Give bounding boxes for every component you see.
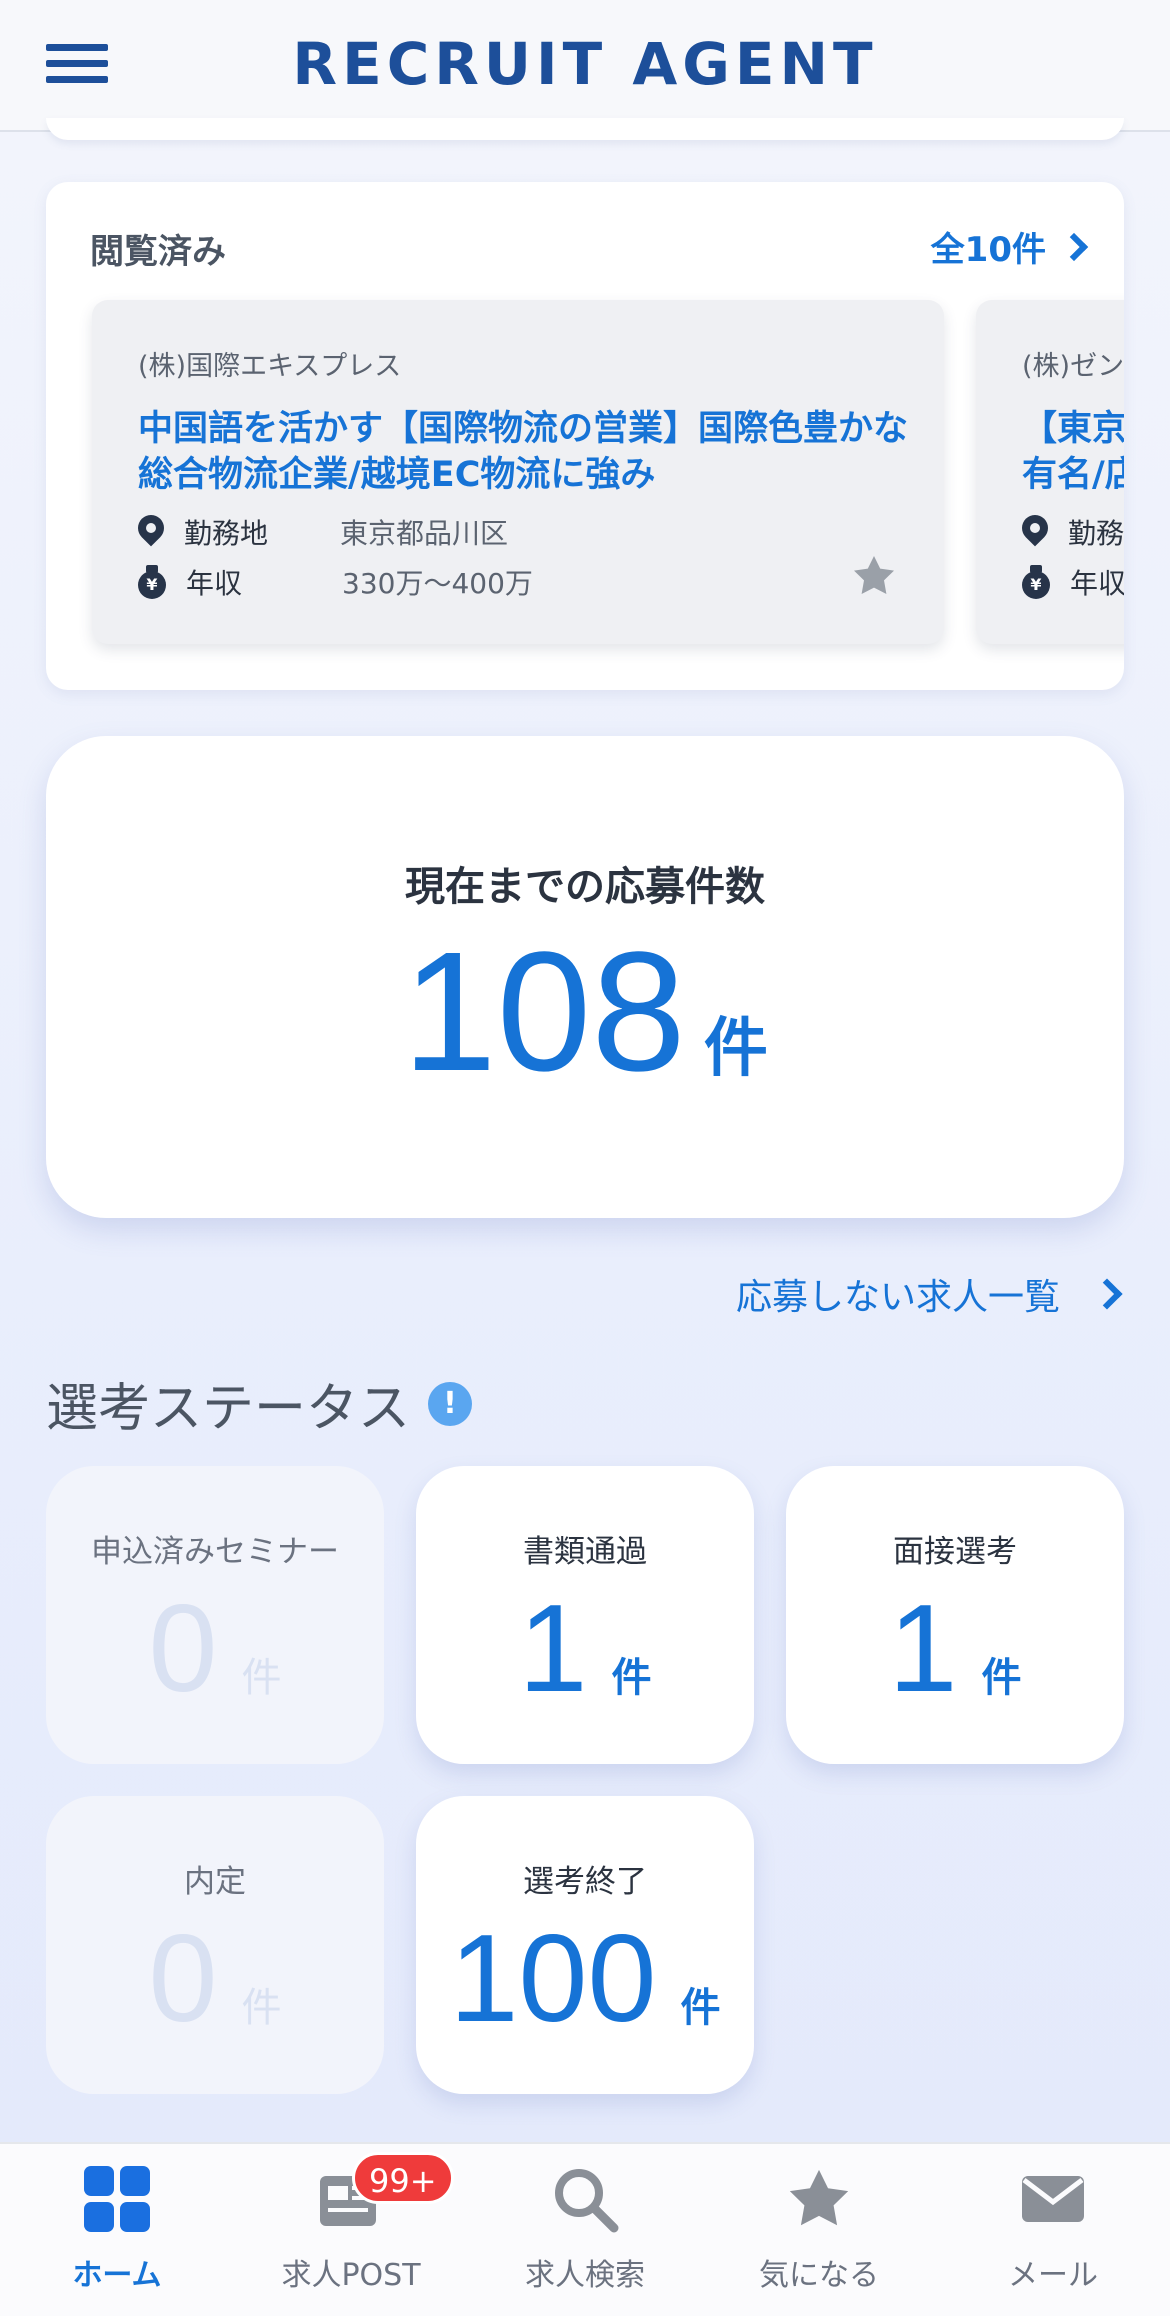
info-icon[interactable]: ! bbox=[428, 1381, 473, 1426]
search-icon bbox=[555, 2169, 619, 2233]
tile-number: 0 bbox=[148, 1580, 218, 1718]
mail-icon bbox=[1022, 2176, 1084, 2222]
nav-label: メール bbox=[1008, 2258, 1098, 2293]
location-label: 勤務地 bbox=[184, 517, 269, 550]
nav-label: 気になる bbox=[759, 2258, 879, 2293]
status-tile-seminar[interactable]: 申込済みセミナー 0件 bbox=[46, 1466, 384, 1764]
job-location-row: 勤務地 bbox=[1022, 512, 1124, 552]
applications-unit: 件 bbox=[703, 1012, 768, 1086]
tile-unit: 件 bbox=[241, 1655, 282, 1701]
nav-label: 求人POST bbox=[281, 2258, 421, 2293]
viewed-jobs-section: 閲覧済み 全10件 (株)国際エキスプレス 中国語を活かす【国際物流の営業】国際… bbox=[46, 182, 1124, 690]
job-company: (株)国際エキスプレス bbox=[138, 351, 402, 382]
selection-status-title: 選考ステータス ! bbox=[46, 1366, 473, 1441]
tile-number: 0 bbox=[148, 1910, 218, 2048]
chevron-right-icon bbox=[1091, 1278, 1123, 1310]
not-applied-jobs-link[interactable]: 応募しない求人一覧 bbox=[736, 1268, 1124, 1320]
salary-label: 年収 bbox=[186, 567, 243, 600]
app-header: RECRUIT AGENT bbox=[0, 0, 1170, 132]
status-tile-finished[interactable]: 選考終了 100 件 bbox=[416, 1796, 754, 2094]
grid-icon bbox=[84, 2166, 150, 2232]
job-title[interactable]: 中国語を活かす【国際物流の営業】国際色豊かな総合物流企業/越境EC物流に強み bbox=[138, 406, 918, 498]
favorite-star-icon[interactable] bbox=[850, 552, 898, 600]
tile-value: 1件 bbox=[786, 1584, 1124, 1714]
nav-mail[interactable]: メール bbox=[936, 2144, 1170, 2316]
tile-label: 面接選考 bbox=[893, 1534, 1017, 1570]
tile-unit: 件 bbox=[680, 1985, 721, 2031]
nav-label: ホーム bbox=[72, 2258, 162, 2293]
tile-value: 0件 bbox=[46, 1914, 384, 2044]
previous-card-edge bbox=[46, 118, 1124, 140]
job-company: (株)ゼンショ bbox=[1022, 351, 1124, 382]
applications-label: 現在までの応募件数 bbox=[405, 864, 765, 910]
tile-label: 書類通過 bbox=[523, 1534, 647, 1570]
tile-unit: 件 bbox=[981, 1655, 1022, 1701]
notification-badge: 99+ bbox=[352, 2152, 454, 2204]
status-tile-interview[interactable]: 面接選考 1件 bbox=[786, 1466, 1124, 1764]
money-bag-icon: ¥ bbox=[1022, 565, 1050, 599]
viewed-title: 閲覧済み bbox=[90, 232, 226, 272]
tile-label: 選考終了 bbox=[523, 1864, 647, 1900]
salary-label: 年収 bbox=[1070, 567, 1124, 600]
nav-job-search[interactable]: 求人検索 bbox=[468, 2144, 702, 2316]
status-tile-offer[interactable]: 内定 0件 bbox=[46, 1796, 384, 2094]
job-salary-row: ¥ 年収 330万～400万 bbox=[138, 562, 533, 602]
location-pin-icon bbox=[138, 515, 164, 549]
location-value: 東京都品川区 bbox=[340, 517, 509, 550]
view-all-link[interactable]: 全10件 bbox=[931, 222, 1090, 271]
view-all-label: 全10件 bbox=[930, 230, 1046, 270]
location-label: 勤務地 bbox=[1068, 517, 1124, 550]
tile-label: 申込済みセミナー bbox=[91, 1534, 339, 1570]
star-icon bbox=[789, 2169, 849, 2226]
job-title-line: 有名/店舗 bbox=[1022, 455, 1124, 495]
bottom-nav: ホーム 99+ 求人POST 求人検索 気になる メール bbox=[0, 2142, 1170, 2316]
applications-count-card: 現在までの応募件数 108 件 bbox=[46, 736, 1124, 1218]
tile-value: 1件 bbox=[416, 1584, 754, 1714]
tile-number: 1 bbox=[518, 1580, 588, 1718]
applications-count: 108 件 bbox=[46, 922, 1124, 1102]
money-bag-icon: ¥ bbox=[138, 565, 166, 599]
tile-number: 1 bbox=[888, 1580, 958, 1718]
tile-unit: 件 bbox=[241, 1985, 282, 2031]
applications-number: 108 bbox=[402, 917, 686, 1107]
tile-value: 100 件 bbox=[416, 1914, 754, 2044]
nav-favorites[interactable]: 気になる bbox=[702, 2144, 936, 2316]
status-tile-document-passed[interactable]: 書類通過 1件 bbox=[416, 1466, 754, 1764]
app-logo[interactable]: RECRUIT AGENT bbox=[200, 30, 970, 98]
location-pin-icon bbox=[1022, 515, 1048, 549]
nav-label: 求人検索 bbox=[525, 2258, 645, 2293]
tile-number: 100 bbox=[449, 1910, 657, 2048]
job-card[interactable]: (株)国際エキスプレス 中国語を活かす【国際物流の営業】国際色豊かな総合物流企業… bbox=[92, 300, 944, 644]
job-card[interactable]: (株)ゼンショ 【東京】ユ 有名/店舗 勤務地 ¥ 年収 bbox=[976, 300, 1124, 644]
job-salary-row: ¥ 年収 bbox=[1022, 562, 1124, 602]
tile-label: 内定 bbox=[184, 1864, 246, 1900]
chevron-right-icon bbox=[1059, 232, 1089, 261]
not-applied-label: 応募しない求人一覧 bbox=[735, 1277, 1060, 1318]
job-title[interactable]: 【東京】ユ 有名/店舗 bbox=[1022, 406, 1124, 498]
tile-value: 0件 bbox=[46, 1584, 384, 1714]
tile-unit: 件 bbox=[611, 1655, 652, 1701]
nav-job-post[interactable]: 99+ 求人POST bbox=[234, 2144, 468, 2316]
job-title-line: 【東京】ユ bbox=[1022, 409, 1124, 449]
nav-home[interactable]: ホーム bbox=[0, 2144, 234, 2316]
status-title-text: 選考ステータス bbox=[46, 1379, 411, 1439]
salary-value: 330万～400万 bbox=[342, 567, 533, 600]
job-location-row: 勤務地 東京都品川区 bbox=[138, 512, 508, 552]
menu-icon[interactable] bbox=[46, 44, 108, 88]
